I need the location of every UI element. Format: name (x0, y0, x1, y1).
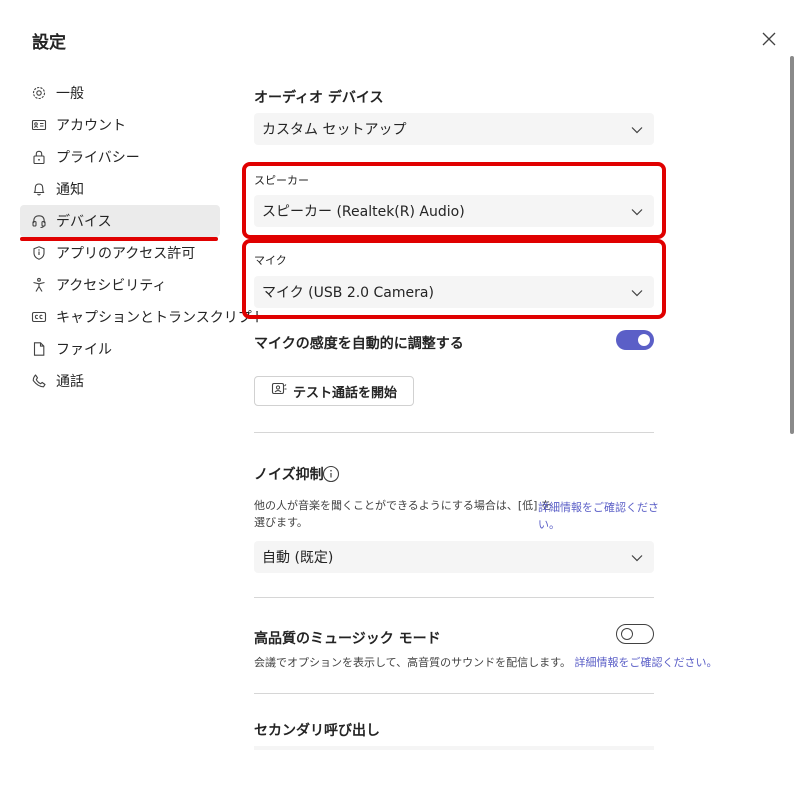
chevron-down-icon (630, 285, 644, 299)
auto-adjust-toggle[interactable] (616, 330, 654, 350)
sidebar-item-calls[interactable]: 通話 (20, 365, 220, 397)
music-mode-toggle[interactable] (616, 624, 654, 644)
id-card-icon (31, 117, 47, 133)
test-call-button[interactable]: テスト通話を開始 (254, 376, 414, 406)
sidebar-item-label: 通知 (56, 182, 84, 198)
headset-icon (31, 213, 47, 229)
sidebar-item-label: プライバシー (56, 150, 140, 166)
file-icon (31, 341, 47, 357)
music-learn-more-link[interactable]: 詳細情報をご確認ください。 (575, 656, 718, 669)
divider (254, 432, 654, 433)
scrollbar[interactable] (790, 56, 794, 434)
music-mode-description: 会議でオプションを表示して、高音質のサウンドを配信します。 詳細情報をご確認くだ… (254, 654, 718, 670)
sidebar-item-label: ファイル (56, 342, 112, 358)
secondary-ringer-dropdown-edge[interactable] (254, 746, 654, 750)
audio-devices-heading: オーディオ デバイス (254, 90, 384, 106)
phone-icon (31, 373, 47, 389)
dropdown-value: スピーカー (Realtek(R) Audio) (262, 204, 465, 220)
noise-suppression-dropdown[interactable]: 自動 (既定) (254, 541, 654, 573)
toggle-knob (638, 334, 650, 346)
sidebar-item-label: 通話 (56, 374, 84, 390)
music-mode-heading: 高品質のミュージック モード (254, 631, 441, 647)
sidebar-item-label: キャプションとトランスクリプト (56, 310, 266, 326)
link-line: い。 (538, 518, 560, 531)
sidebar-item-label: アプリのアクセス許可 (56, 246, 196, 262)
sidebar-item-label: アカウント (56, 118, 126, 134)
description-line: 選びます。 (254, 516, 308, 529)
info-icon[interactable] (322, 465, 340, 483)
dropdown-value: カスタム セットアップ (262, 122, 407, 138)
speaker-dropdown[interactable]: スピーカー (Realtek(R) Audio) (254, 195, 654, 227)
sidebar-item-label: デバイス (56, 214, 112, 230)
lock-icon (31, 149, 47, 165)
shield-icon (31, 245, 47, 261)
description-text: 会議でオプションを表示して、高音質のサウンドを配信します。 (254, 656, 572, 669)
noise-learn-more-link[interactable]: 詳細情報をご確認くださ い。 (538, 499, 659, 533)
microphone-dropdown[interactable]: マイク (USB 2.0 Camera) (254, 276, 654, 308)
sidebar-item-files[interactable]: ファイル (20, 333, 220, 365)
speaker-label: スピーカー (254, 174, 309, 187)
dropdown-value: 自動 (既定) (262, 550, 334, 566)
sidebar-item-captions[interactable]: キャプションとトランスクリプト (20, 301, 266, 333)
sidebar-item-privacy[interactable]: プライバシー (20, 141, 220, 173)
accessibility-icon (31, 277, 47, 293)
sidebar-item-label: アクセシビリティ (56, 278, 167, 294)
chevron-down-icon (630, 122, 644, 136)
sidebar-item-notifications[interactable]: 通知 (20, 173, 220, 205)
cc-icon (31, 309, 47, 325)
sidebar-item-devices[interactable]: デバイス (20, 205, 220, 237)
divider (254, 597, 654, 598)
bell-icon (31, 181, 47, 197)
divider (254, 693, 654, 694)
noise-description: 他の人が音楽を聞くことができるようにする場合は、[低] を 選びます。 (254, 497, 552, 531)
toggle-knob (621, 628, 633, 640)
sidebar-item-accessibility[interactable]: アクセシビリティ (20, 269, 220, 301)
sidebar-item-app-permissions[interactable]: アプリのアクセス許可 (20, 237, 220, 269)
audio-device-dropdown[interactable]: カスタム セットアップ (254, 113, 654, 145)
page-title: 設定 (32, 33, 66, 53)
noise-suppression-heading: ノイズ抑制 (254, 467, 324, 483)
dropdown-value: マイク (USB 2.0 Camera) (262, 285, 434, 301)
secondary-ringer-heading: セカンダリ呼び出し (254, 723, 380, 739)
chevron-down-icon (630, 204, 644, 218)
test-call-icon (271, 381, 287, 401)
gear-icon (31, 85, 47, 101)
close-icon[interactable] (758, 28, 780, 50)
test-call-label: テスト通話を開始 (292, 385, 397, 401)
auto-adjust-label: マイクの感度を自動的に調整する (254, 336, 464, 352)
link-line: 詳細情報をご確認くださ (538, 501, 659, 514)
chevron-down-icon (630, 550, 644, 564)
microphone-label: マイク (254, 254, 287, 267)
sidebar-item-general[interactable]: 一般 (20, 77, 220, 109)
sidebar-item-account[interactable]: アカウント (20, 109, 220, 141)
description-line: 他の人が音楽を聞くことができるようにする場合は、[低] を (254, 499, 552, 512)
sidebar-item-label: 一般 (56, 86, 84, 102)
